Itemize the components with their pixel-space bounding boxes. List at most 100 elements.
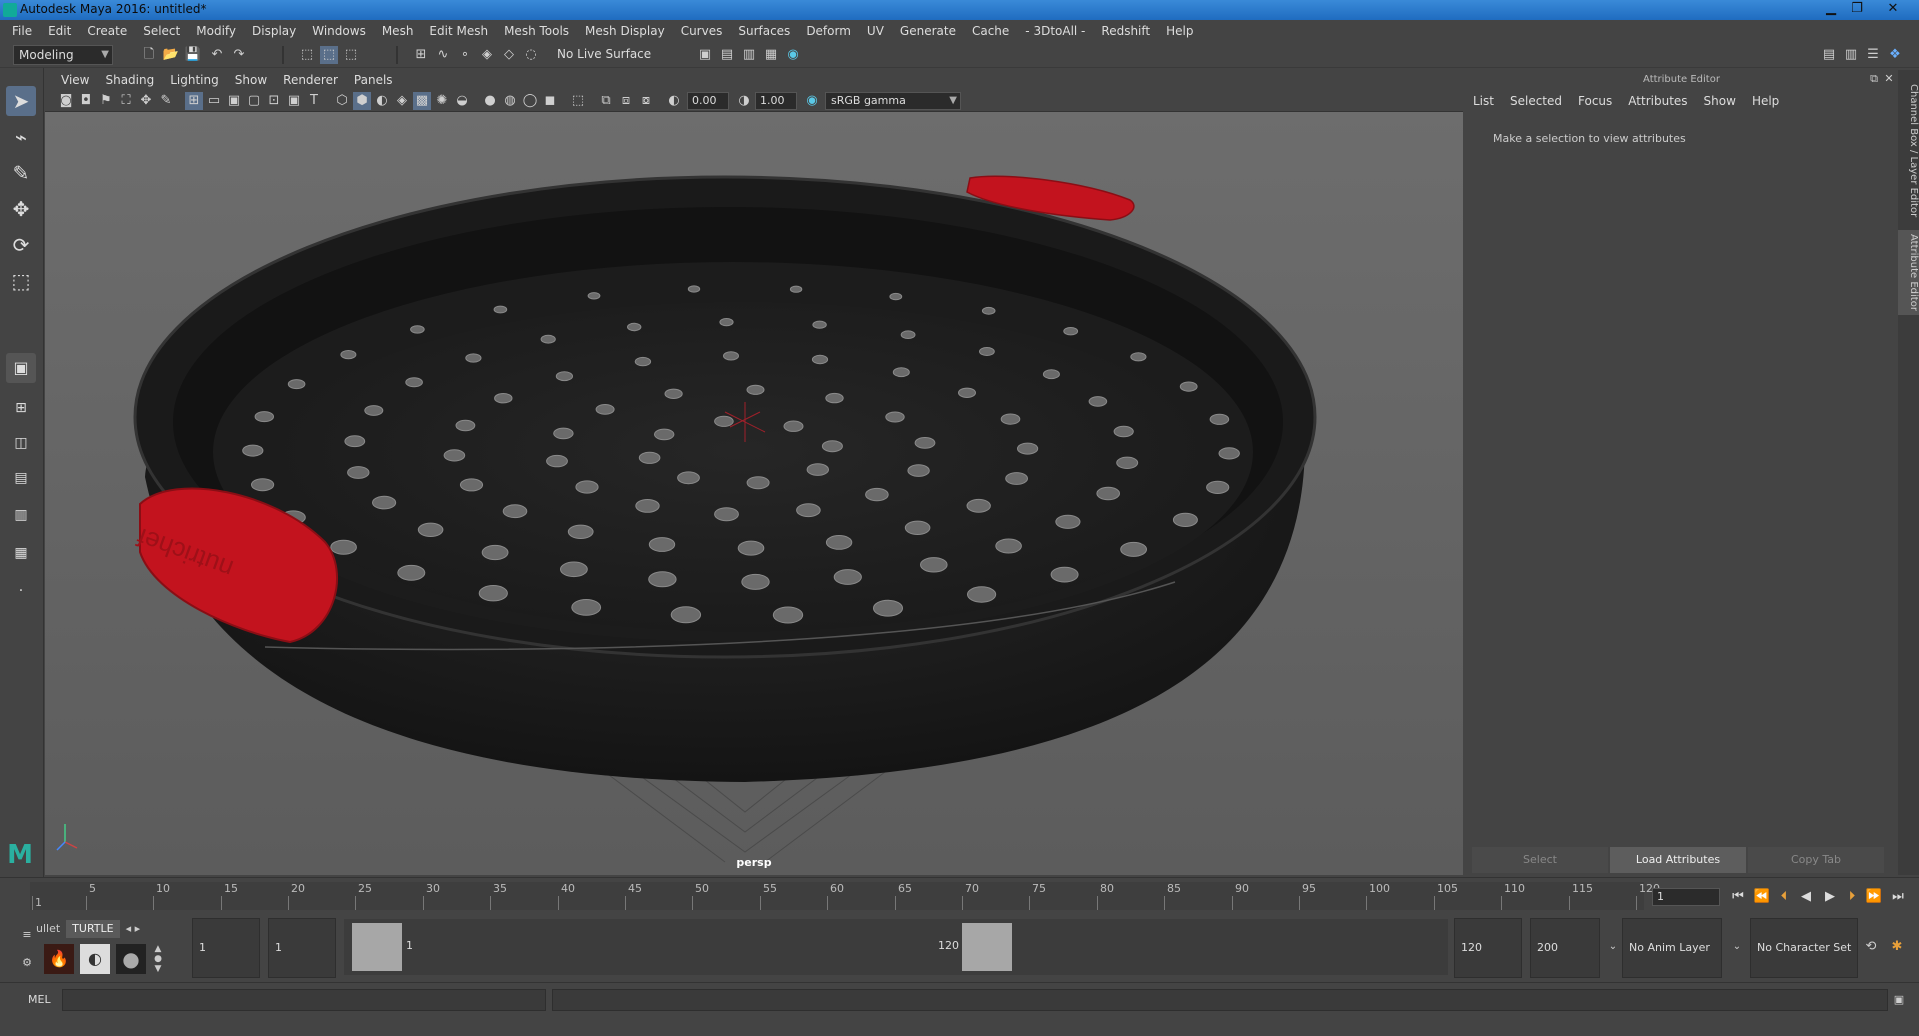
channel-box-icon[interactable]: ❖ bbox=[1886, 46, 1904, 64]
snap-view-plane-icon[interactable]: ◈ bbox=[478, 46, 496, 64]
perspective-viewport[interactable]: nutrichef persp bbox=[45, 112, 1463, 875]
close-icon[interactable]: ✕ bbox=[1880, 0, 1906, 18]
attr-menu-attributes[interactable]: Attributes bbox=[1620, 94, 1695, 114]
lasso-tool-icon[interactable]: ⌁ bbox=[6, 122, 36, 152]
open-scene-icon[interactable]: 📂 bbox=[162, 46, 180, 64]
attr-menu-show[interactable]: Show bbox=[1696, 94, 1744, 114]
select-component-icon[interactable]: ⬚ bbox=[342, 46, 360, 64]
step-forward-frame-icon[interactable]: ⏩ bbox=[1864, 888, 1884, 906]
resolution-gate-icon[interactable]: ▣ bbox=[225, 92, 243, 110]
select-button[interactable]: Select bbox=[1472, 847, 1608, 873]
viewport-menu-view[interactable]: View bbox=[53, 73, 97, 87]
playback-range-slider[interactable]: 1 120 bbox=[344, 919, 1448, 975]
playback-start-field[interactable]: 1 bbox=[268, 918, 336, 978]
attr-menu-selected[interactable]: Selected bbox=[1502, 94, 1570, 114]
menu-edit-mesh[interactable]: Edit Mesh bbox=[421, 24, 496, 38]
menuset-dropdown[interactable]: Modeling ▼ bbox=[13, 45, 113, 65]
menu-create[interactable]: Create bbox=[79, 24, 135, 38]
menu-uv[interactable]: UV bbox=[859, 24, 892, 38]
screen-space-ao-icon[interactable]: ● bbox=[481, 92, 499, 110]
use-all-lights-icon[interactable]: ✺ bbox=[433, 92, 451, 110]
menu-windows[interactable]: Windows bbox=[304, 24, 374, 38]
use-default-material-icon[interactable]: ◐ bbox=[373, 92, 391, 110]
time-ruler[interactable]: 1 5 10 15 20 25 30 35 40 45 50 55 60 65 70 75 80 85 90 95 10… bbox=[30, 882, 1660, 910]
redo-icon[interactable]: ↷ bbox=[230, 46, 248, 64]
load-attributes-button[interactable]: Load Attributes bbox=[1610, 847, 1746, 873]
undo-icon[interactable]: ↶ bbox=[208, 46, 226, 64]
anti-aliasing-icon[interactable]: ◯ bbox=[521, 92, 539, 110]
anim-start-field[interactable]: 1 bbox=[192, 918, 260, 978]
shadows-icon[interactable]: ◒ bbox=[453, 92, 471, 110]
xray-joints-icon[interactable]: ⧈ bbox=[617, 92, 635, 110]
character-set-dropdown[interactable]: No Character Set bbox=[1750, 918, 1858, 978]
mel-label[interactable]: MEL bbox=[28, 993, 51, 1006]
field-chart-icon[interactable]: ⊡ bbox=[265, 92, 283, 110]
snap-grid-icon[interactable]: ⊞ bbox=[412, 46, 430, 64]
time-slider[interactable]: 1 5 10 15 20 25 30 35 40 45 50 55 60 65 70 75 80 85 90 95 10… bbox=[0, 877, 1919, 912]
attr-menu-help[interactable]: Help bbox=[1744, 94, 1787, 114]
move-tool-icon[interactable]: ✥ bbox=[6, 194, 36, 224]
snap-point-icon[interactable]: ∘ bbox=[456, 46, 474, 64]
render-frame-icon[interactable]: ▤ bbox=[718, 46, 736, 64]
gamma-icon[interactable]: ◑ bbox=[735, 92, 753, 110]
playback-end-field[interactable]: 120 bbox=[1454, 918, 1522, 978]
wireframe-icon[interactable]: ⬡ bbox=[333, 92, 351, 110]
close-panel-icon[interactable]: ✕ bbox=[1880, 70, 1898, 88]
menu-cache[interactable]: Cache bbox=[964, 24, 1017, 38]
attr-menu-focus[interactable]: Focus bbox=[1570, 94, 1620, 114]
bookmark-icon[interactable]: ⚑ bbox=[97, 92, 115, 110]
camera-icon[interactable]: ◙ bbox=[57, 92, 75, 110]
step-back-key-icon[interactable]: ⏴ bbox=[1774, 888, 1794, 906]
auto-key-icon[interactable]: ⟲ bbox=[1862, 938, 1880, 956]
viewport-menu-shading[interactable]: Shading bbox=[97, 73, 162, 87]
menu-surfaces[interactable]: Surfaces bbox=[730, 24, 798, 38]
copy-tab-button[interactable]: Copy Tab bbox=[1748, 847, 1884, 873]
go-to-start-icon[interactable]: ⏮ bbox=[1728, 888, 1748, 906]
isolate-select-icon[interactable]: ⬚ bbox=[569, 92, 587, 110]
play-forwards-icon[interactable]: ▶ bbox=[1820, 888, 1840, 906]
menu-display[interactable]: Display bbox=[244, 24, 304, 38]
xray-active-components-icon[interactable]: ⧇ bbox=[637, 92, 655, 110]
anim-layer-dropdown[interactable]: No Anim Layer bbox=[1622, 918, 1722, 978]
side-by-side-layout-icon[interactable]: ◫ bbox=[6, 428, 36, 458]
depth-of-field-icon[interactable]: ◼ bbox=[541, 92, 559, 110]
safe-title-icon[interactable]: T bbox=[305, 92, 323, 110]
menu-select[interactable]: Select bbox=[135, 24, 188, 38]
step-back-frame-icon[interactable]: ⏪ bbox=[1752, 888, 1772, 906]
shelf-scroll-icon[interactable]: ▲ ● ▼ bbox=[152, 944, 164, 974]
safe-action-icon[interactable]: ▣ bbox=[285, 92, 303, 110]
motion-blur-icon[interactable]: ◍ bbox=[501, 92, 519, 110]
menu-deform[interactable]: Deform bbox=[798, 24, 859, 38]
chevron-down-icon[interactable]: ⌄ bbox=[1604, 938, 1622, 956]
viewport-menu-renderer[interactable]: Renderer bbox=[275, 73, 346, 87]
more-layouts-icon[interactable]: · bbox=[6, 576, 36, 606]
menu-file[interactable]: File bbox=[4, 24, 40, 38]
menu-help[interactable]: Help bbox=[1158, 24, 1201, 38]
shelf-tab-bullet[interactable]: ullet bbox=[30, 920, 66, 938]
menu-mesh-tools[interactable]: Mesh Tools bbox=[496, 24, 577, 38]
two-d-pan-icon[interactable]: ✥ bbox=[137, 92, 155, 110]
textured-icon[interactable]: ▩ bbox=[413, 92, 431, 110]
image-plane-icon[interactable]: ⛶ bbox=[117, 92, 135, 110]
new-scene-icon[interactable]: 🗋 bbox=[140, 46, 158, 64]
viewport-menu-panels[interactable]: Panels bbox=[346, 73, 401, 87]
exposure-field[interactable]: 0.00 bbox=[687, 92, 729, 110]
attribute-editor-toggle-icon[interactable]: ▥ bbox=[1842, 46, 1860, 64]
bake-tool-icon[interactable]: 🔥 bbox=[44, 944, 74, 974]
select-object-icon[interactable]: ⬚ bbox=[320, 46, 338, 64]
mel-command-input[interactable] bbox=[62, 989, 546, 1011]
anim-end-field[interactable]: 200 bbox=[1530, 918, 1600, 978]
snap-live-icon[interactable]: ◌ bbox=[522, 46, 540, 64]
tool-settings-icon[interactable]: ☰ bbox=[1864, 46, 1882, 64]
render-settings-shelf-icon[interactable]: ◐ bbox=[80, 944, 110, 974]
ipr-render-icon[interactable]: ▥ bbox=[740, 46, 758, 64]
outliner-graph-layout-icon[interactable]: ▥ bbox=[6, 500, 36, 530]
viewport-menu-lighting[interactable]: Lighting bbox=[162, 73, 227, 87]
exposure-icon[interactable]: ◐ bbox=[665, 92, 683, 110]
viewport-menu-show[interactable]: Show bbox=[227, 73, 275, 87]
menu-generate[interactable]: Generate bbox=[892, 24, 964, 38]
gamma-field[interactable]: 1.00 bbox=[755, 92, 797, 110]
menu-redshift[interactable]: Redshift bbox=[1093, 24, 1158, 38]
play-backwards-icon[interactable]: ◀ bbox=[1796, 888, 1816, 906]
step-forward-key-icon[interactable]: ⏵ bbox=[1842, 888, 1862, 906]
